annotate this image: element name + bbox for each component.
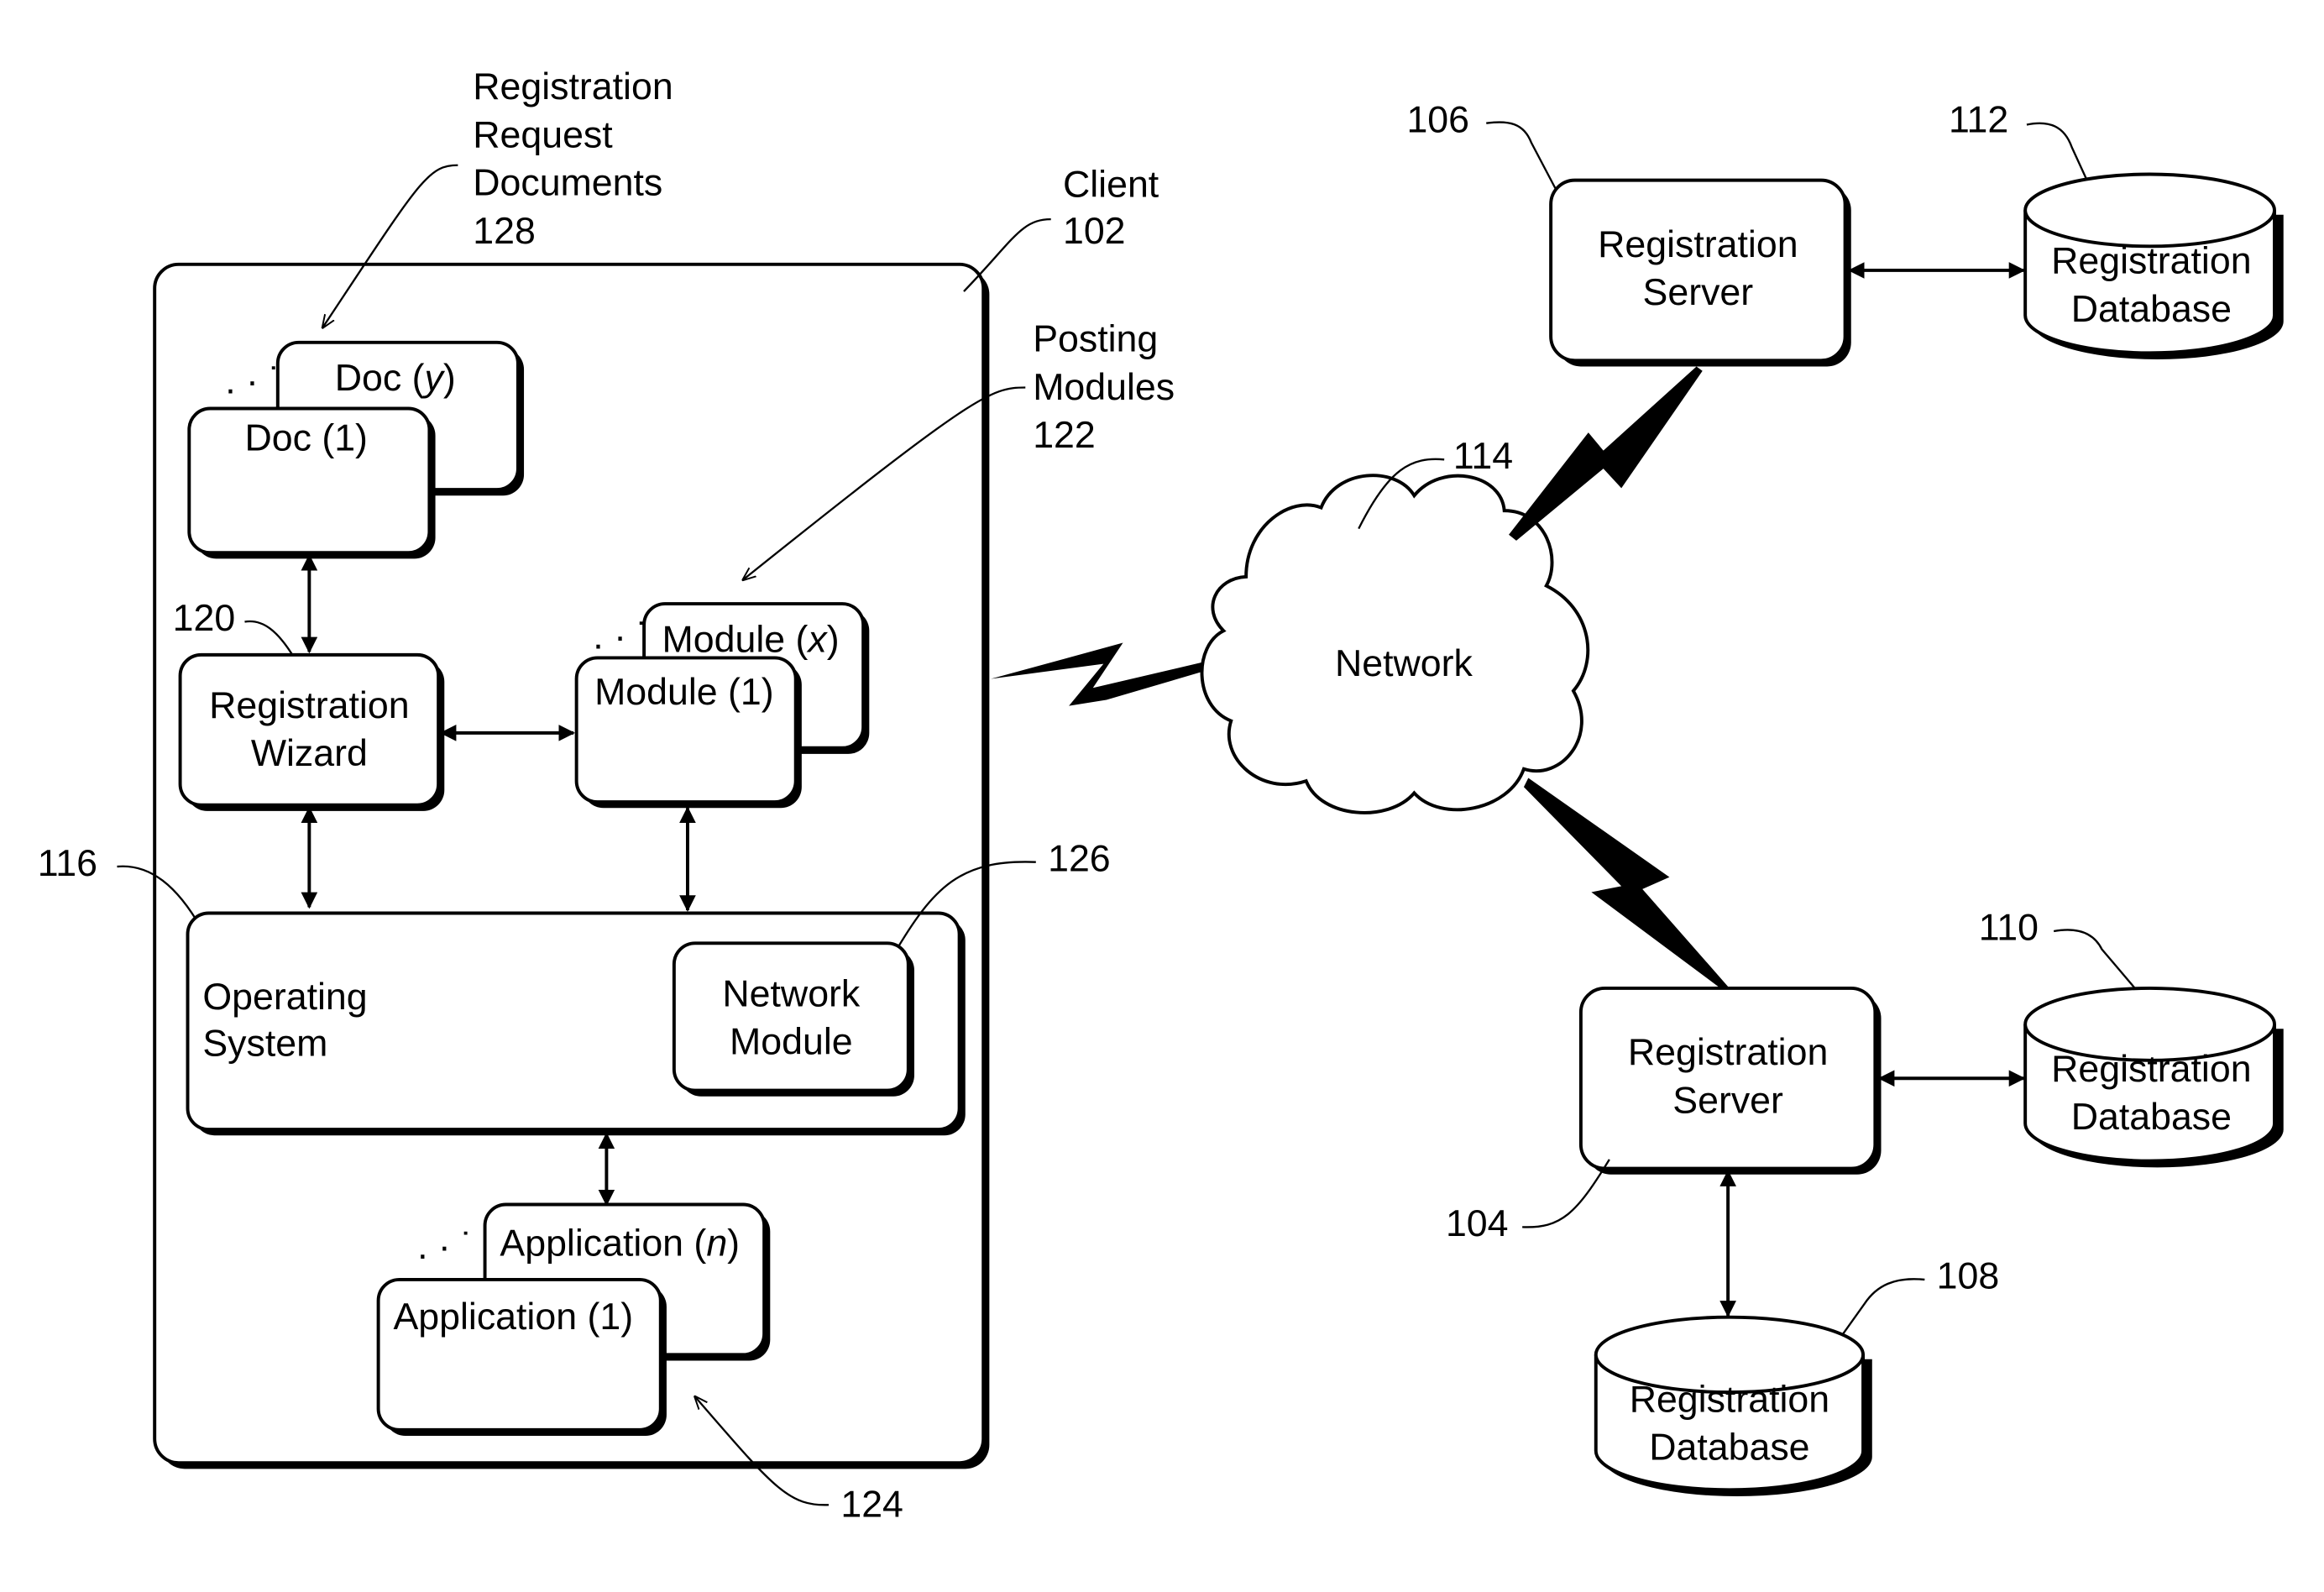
- module-back-label: Module (x): [662, 619, 840, 660]
- client-title: Client: [1063, 164, 1159, 205]
- registration-server-bottom: Registration Server 104: [1446, 986, 1882, 1244]
- network-label: Network: [1335, 643, 1473, 684]
- svg-text:Registration: Registration: [209, 685, 409, 726]
- registration-wizard-ref: 120: [173, 598, 236, 639]
- lightning-network-server-bottom: [1523, 778, 1730, 988]
- svg-text:System: System: [202, 1023, 327, 1064]
- lightning-client-network: [991, 642, 1209, 706]
- lightning-network-server-top: [1509, 366, 1703, 541]
- svg-text:. · ˙: . · ˙: [593, 616, 649, 657]
- db-top-ref: 112: [1949, 99, 2008, 140]
- svg-text:Registration: Registration: [1598, 224, 1798, 265]
- network-module-ref: 126: [1048, 838, 1111, 879]
- svg-text:Registration: Registration: [2051, 241, 2251, 282]
- svg-text:. · ˙: . · ˙: [417, 1226, 474, 1267]
- svg-text:Registration: Registration: [473, 66, 673, 107]
- svg-text:Registration: Registration: [2051, 1049, 2251, 1090]
- svg-text:. · ˙: . · ˙: [225, 361, 281, 402]
- svg-text:Registration: Registration: [1628, 1032, 1828, 1073]
- svg-text:Network: Network: [722, 973, 861, 1014]
- svg-text:Server: Server: [1672, 1080, 1783, 1121]
- svg-text:122: 122: [1033, 415, 1096, 456]
- client-label: Client 102: [963, 164, 1159, 292]
- registration-database-110: 110 Registration Database: [1979, 908, 2284, 1168]
- svg-text:Documents: Documents: [473, 163, 662, 204]
- svg-text:Wizard: Wizard: [251, 733, 368, 774]
- applications-ref: 124: [840, 1485, 903, 1526]
- doc-back-label: Doc (y): [335, 358, 456, 399]
- svg-text:Database: Database: [2071, 289, 2232, 330]
- svg-text:Registration: Registration: [1630, 1379, 1829, 1420]
- svg-text:Posting: Posting: [1033, 319, 1158, 360]
- network-diagram: Client 102 Registration Request Document…: [38, 66, 2284, 1526]
- svg-text:Request: Request: [473, 114, 613, 155]
- db-right-ref: 110: [1979, 908, 2039, 949]
- network-cloud: Network 114: [1200, 436, 1590, 814]
- network-ref: 114: [1453, 436, 1513, 477]
- doc-front-label: Doc (1): [244, 418, 367, 459]
- operating-system-ref: 116: [38, 843, 97, 884]
- svg-text:Server: Server: [1643, 272, 1754, 313]
- server-top-ref: 106: [1406, 99, 1469, 140]
- application-back-label: Application (n): [500, 1223, 740, 1264]
- module-front-label: Module (1): [594, 672, 774, 713]
- registration-server-top: 106 Registration Server: [1406, 99, 1851, 367]
- server-bottom-ref: 104: [1446, 1203, 1509, 1244]
- application-front-label: Application (1): [393, 1296, 633, 1338]
- svg-text:Modules: Modules: [1033, 367, 1175, 408]
- registration-database-108: 108 Registration Database: [1594, 1256, 2000, 1497]
- svg-text:Operating: Operating: [202, 977, 367, 1018]
- registration-database-112: 112 Registration Database: [1949, 99, 2284, 360]
- svg-text:Module: Module: [730, 1022, 853, 1063]
- client-ref: 102: [1063, 211, 1126, 252]
- svg-text:Database: Database: [1649, 1427, 1809, 1469]
- svg-text:128: 128: [473, 211, 536, 252]
- svg-text:Database: Database: [2071, 1097, 2232, 1138]
- db-bottom-ref: 108: [1937, 1256, 2000, 1297]
